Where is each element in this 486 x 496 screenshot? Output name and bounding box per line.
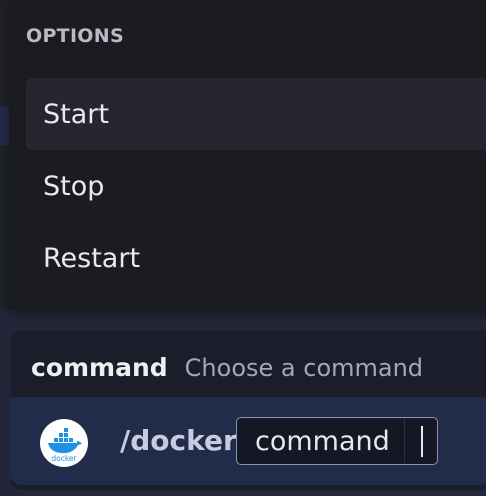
option-label: Start [43,98,109,130]
option-start[interactable]: Start [26,78,486,150]
input-divider [404,418,405,463]
options-heading: OPTIONS [26,25,124,47]
slash-command-name: /docker [120,424,237,457]
docker-wordmark: docker [51,454,77,463]
argument-name: command [31,353,168,382]
option-label: Restart [43,242,141,274]
argument-description: Choose a command [184,354,424,382]
option-restart[interactable]: Restart [26,222,486,294]
options-popup: OPTIONS Start Stop Restart [9,0,486,310]
option-stop[interactable]: Stop [26,150,486,222]
text-caret [421,426,423,457]
command-option-value: command [255,425,390,457]
command-option-input[interactable]: command [236,417,438,465]
docker-icon: docker [40,419,88,467]
option-label: Stop [43,170,105,202]
argument-hint: command Choose a command [31,353,423,387]
